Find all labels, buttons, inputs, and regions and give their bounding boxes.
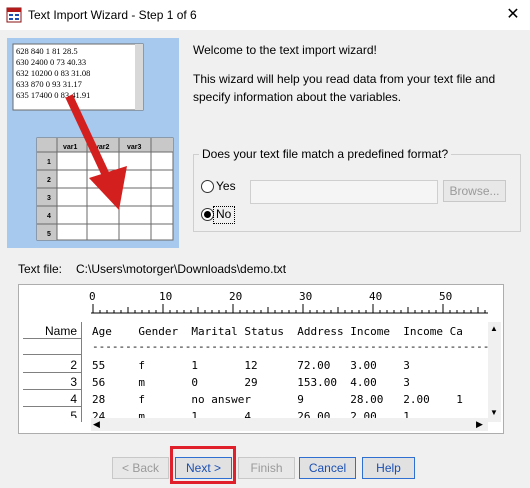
browse-button[interactable]: Browse... [443,180,506,202]
scroll-up-icon[interactable]: ▲ [490,324,498,333]
welcome-description: This wizard will help you read data from… [193,72,496,104]
illus-column-header: var1 [63,144,78,151]
text-file-label: Text file: [18,262,63,276]
name-column-header: Name [44,324,77,338]
finish-button[interactable]: Finish [238,457,295,479]
app-icon [6,7,22,23]
welcome-heading: Welcome to the text import wizard! [193,43,377,57]
illus-text-line: 633 870 0 93 31.17 [16,79,82,89]
ruler-label: 40 [369,290,383,303]
ruler-label: 20 [229,290,243,303]
yes-radio[interactable] [201,180,214,193]
no-radio-label[interactable]: No [216,207,231,221]
illus-text-line: 635 17400 0 83 41.91 [16,90,90,100]
window-title: Text Import Wizard - Step 1 of 6 [28,8,197,22]
preview-data-line: 56 m 0 29 153.00 4.00 3 [92,376,410,389]
wizard-illustration: 628 840 1 81 28.5 630 2400 0 73 40.33 63… [7,38,179,248]
yes-radio-label[interactable]: Yes [216,179,236,193]
vertical-scrollbar[interactable]: ▲ ▼ [488,322,501,422]
ruler-label: 50 [439,290,453,303]
illus-row-number: 5 [47,231,51,238]
preview-data-line: 55 f 1 12 72.00 3.00 3 [92,359,410,372]
illus-column-header: var3 [127,144,142,151]
row-divider [23,338,81,339]
text-file-path: C:\Users\motorger\Downloads\demo.txt [76,262,287,276]
preview-data-line: 24 m 1 4 26.00 2.00 1 [92,410,410,418]
preview-data-line: 28 f no answer 9 28.00 2.00 1 [92,393,463,406]
illus-row-number: 3 [47,195,51,202]
preview-header-line: Age Gender Marital Status Address Income… [92,325,463,338]
illus-text-line: 630 2400 0 73 40.33 [16,57,86,67]
next-button-highlight [170,446,236,484]
close-button[interactable]: ✕ [500,4,526,26]
row-number: 3 [70,375,77,389]
row-divider [23,354,81,355]
cancel-button[interactable]: Cancel [299,457,356,479]
ruler-label: 10 [159,290,173,303]
row-divider [23,406,81,407]
row-divider [23,389,81,390]
ruler-ticks [91,304,488,314]
predefined-format-question: Does your text file match a predefined f… [199,147,452,161]
row-number: 4 [70,392,77,406]
scroll-right-icon[interactable]: ▶ [476,419,483,430]
ruler-label: 0 [89,290,96,303]
horizontal-scrollbar[interactable]: ◀ ▶ [91,418,488,431]
illus-row-number: 2 [47,177,51,184]
row-number: 5 [70,409,77,418]
preview-text-area: Age Gender Marital Status Address Income… [92,322,488,418]
illus-row-number: 1 [47,159,51,166]
illus-row-number: 4 [47,213,51,220]
scroll-left-icon[interactable]: ◀ [93,419,100,430]
help-button[interactable]: Help [362,457,415,479]
preview-separator-line: ----------------------------------------… [92,340,488,353]
illus-text-line: 628 840 1 81 28.5 [16,46,78,56]
row-number: 2 [70,358,77,372]
predefined-format-path-field [250,180,438,204]
ruler-label: 30 [299,290,313,303]
illus-text-line: 632 10200 0 83 31.08 [16,68,90,78]
row-divider [23,372,81,373]
back-button[interactable]: < Back [112,457,169,479]
scroll-down-icon[interactable]: ▼ [490,408,498,417]
